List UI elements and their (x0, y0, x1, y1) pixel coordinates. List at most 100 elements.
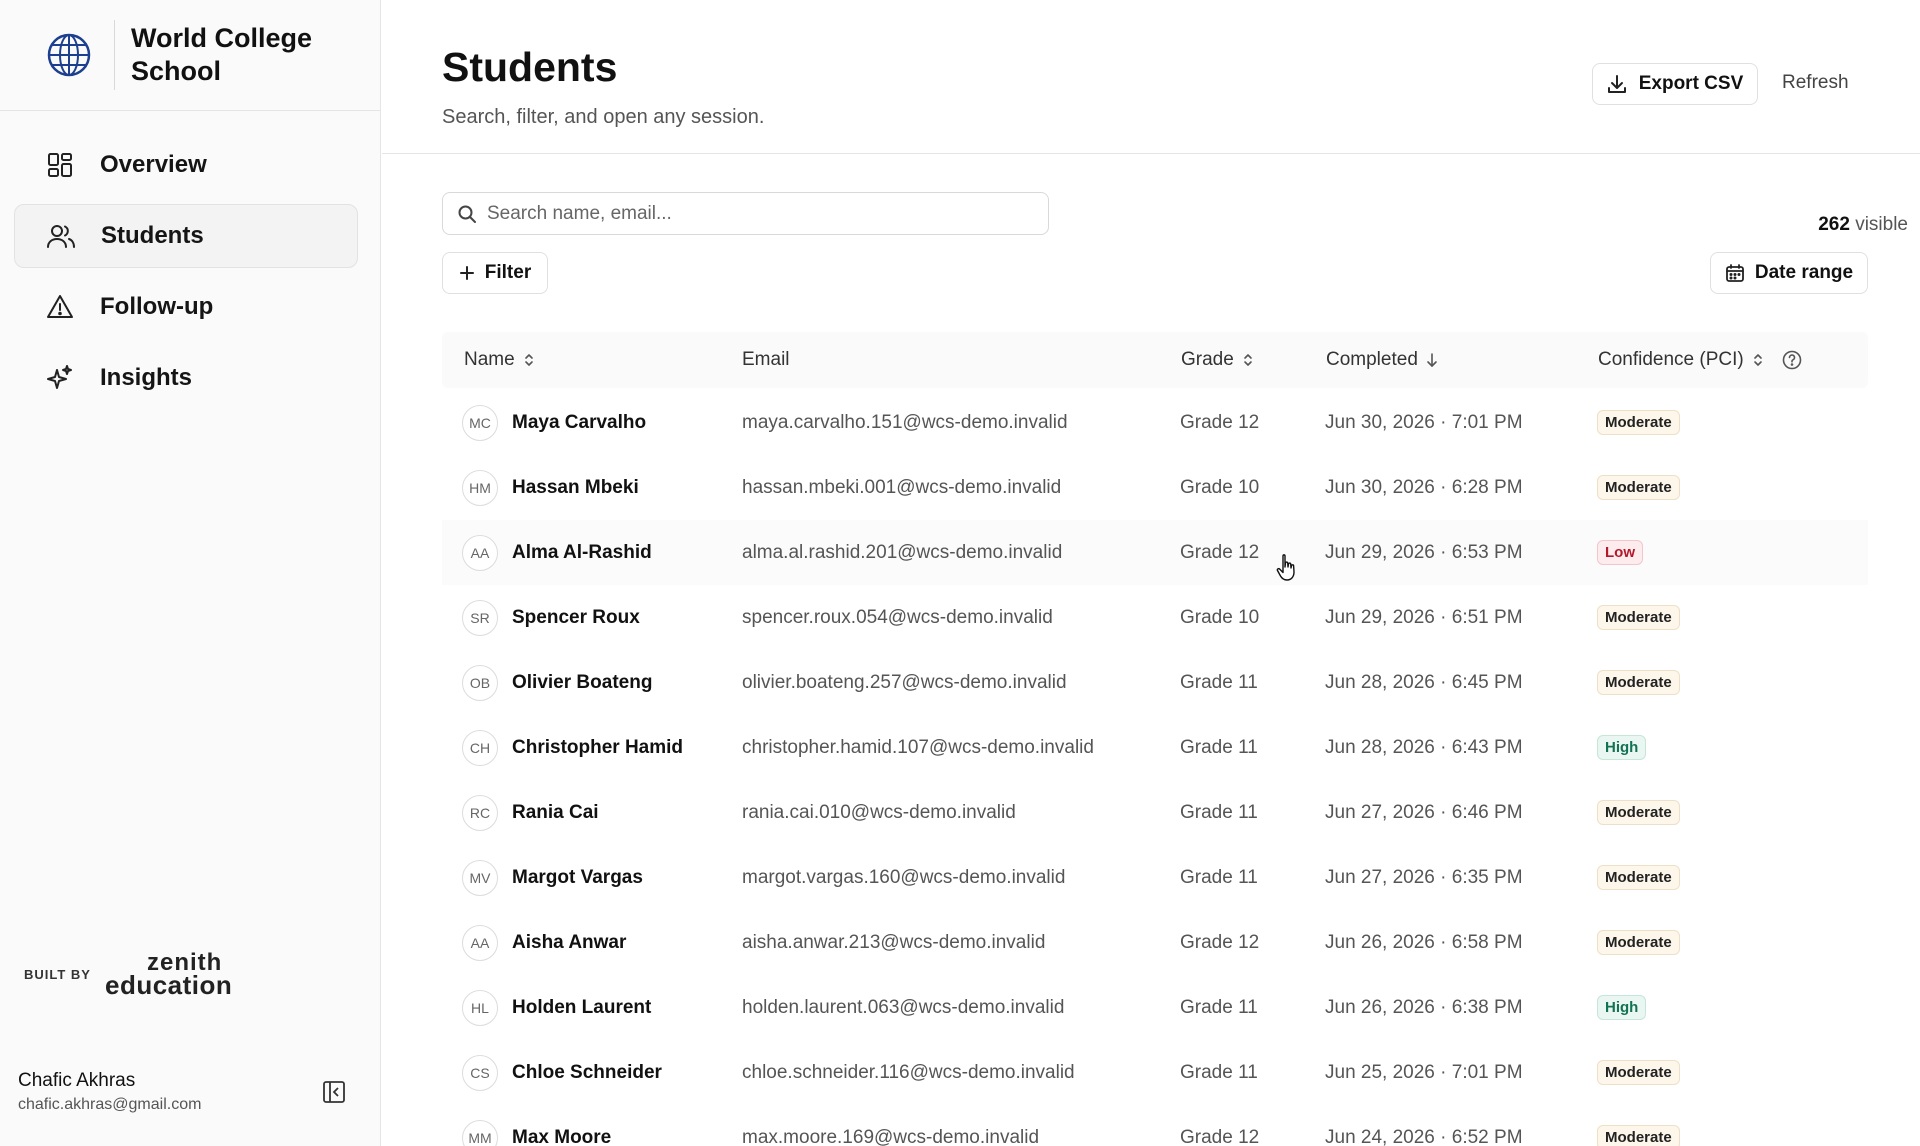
name-cell: MC Maya Carvalho (462, 390, 646, 455)
table-row[interactable]: OB Olivier Boateng olivier.boateng.257@wcs… (442, 650, 1868, 715)
grade-cell: Grade 10 (1180, 476, 1260, 498)
student-name: Chloe Schneider (512, 1061, 662, 1083)
confidence-cell: High (1597, 975, 1647, 1040)
collapse-sidebar-icon[interactable] (322, 1080, 346, 1104)
table-row[interactable]: HM Hassan Mbeki hassan.mbeki.001@wcs-demo.… (442, 455, 1868, 520)
email-cell: margot.vargas.160@wcs-demo.invalid (742, 866, 1066, 888)
sort-descending-icon (1427, 353, 1437, 367)
name-cell: CH Christopher Hamid (462, 715, 683, 780)
grid-icon (46, 151, 74, 179)
confidence-badge: Moderate (1597, 475, 1680, 500)
confidence-badge: Moderate (1597, 930, 1680, 955)
name-cell: HM Hassan Mbeki (462, 455, 639, 520)
confidence-cell: Moderate (1597, 1105, 1680, 1146)
user-profile[interactable]: Chafic Akhras chafic.akhras@gmail.com (18, 1070, 201, 1114)
page-header: Students Search, filter, and open any se… (382, 0, 1920, 154)
zenith-education-logo[interactable]: zenith education (105, 951, 232, 999)
table-row[interactable]: HL Holden Laurent holden.laurent.063@wcs-d… (442, 975, 1868, 1040)
nav-item-insights[interactable]: Insights (14, 346, 358, 410)
column-header-grade[interactable]: Grade (1181, 332, 1254, 388)
confidence-cell: Moderate (1597, 455, 1680, 520)
avatar: SR (462, 599, 498, 636)
visible-count: 262 visible (1772, 214, 1908, 236)
column-header-confidence[interactable]: Confidence (PCI) (1598, 332, 1802, 388)
student-name: Christopher Hamid (512, 736, 684, 758)
filter-label: Filter (484, 262, 532, 283)
avatar: OB (462, 664, 498, 701)
completed-cell: Jun 29, 2026 · 6:53 PM (1325, 541, 1523, 563)
column-header-email: Email (742, 332, 790, 388)
grade-cell: Grade 12 (1180, 411, 1260, 433)
export-csv-button[interactable]: Export CSV (1592, 63, 1758, 105)
table-row[interactable]: SR Spencer Roux spencer.roux.054@wcs-demo.… (442, 585, 1868, 650)
name-cell: AA Aisha Anwar (462, 910, 626, 975)
avatar: MC (462, 404, 498, 441)
grade-cell: Grade 12 (1180, 541, 1260, 563)
date-range-button[interactable]: Date range (1710, 252, 1868, 294)
student-name: Olivier Boateng (512, 671, 653, 693)
completed-cell: Jun 30, 2026 · 6:28 PM (1325, 476, 1523, 498)
nav-item-overview[interactable]: Overview (14, 133, 358, 197)
student-name: Max Moore (512, 1126, 612, 1146)
table-row[interactable]: MV Margot Vargas margot.vargas.160@wcs-dem… (442, 845, 1868, 910)
name-cell: MM Max Moore (462, 1105, 611, 1146)
table-row[interactable]: AA Alma Al-Rashid alma.al.rashid.201@wcs-d… (442, 520, 1868, 585)
confidence-badge: Moderate (1597, 800, 1680, 825)
nav-label: Follow-up (100, 293, 214, 320)
completed-cell: Jun 27, 2026 · 6:46 PM (1325, 801, 1523, 823)
email-cell: rania.cai.010@wcs-demo.invalid (742, 801, 1016, 823)
email-cell: chloe.schneider.116@wcs-demo.invalid (742, 1061, 1075, 1083)
confidence-cell: Moderate (1597, 910, 1680, 975)
email-cell: christopher.hamid.107@wcs-demo.invalid (742, 736, 1094, 758)
name-cell: OB Olivier Boateng (462, 650, 652, 715)
search-field[interactable] (442, 192, 1049, 235)
nav-label: Students (101, 222, 204, 249)
completed-cell: Jun 29, 2026 · 6:51 PM (1325, 606, 1523, 628)
completed-cell: Jun 30, 2026 · 7:01 PM (1325, 411, 1523, 433)
page-title: Students (442, 44, 618, 90)
filter-button[interactable]: Filter (442, 252, 548, 294)
student-name: Alma Al-Rashid (512, 541, 652, 563)
confidence-cell: Moderate (1597, 780, 1680, 845)
name-cell: MV Margot Vargas (462, 845, 643, 910)
built-by: BUILT BY zenith education (24, 951, 232, 999)
column-header-name[interactable]: Name (464, 332, 535, 388)
nav-item-follow-up[interactable]: Follow-up (14, 275, 358, 339)
confidence-cell: Moderate (1597, 845, 1680, 910)
search-input[interactable] (487, 202, 1027, 225)
calendar-icon (1725, 264, 1744, 282)
table-row[interactable]: MC Maya Carvalho maya.carvalho.151@wcs-dem… (442, 390, 1868, 455)
student-name: Margot Vargas (512, 866, 643, 888)
column-label: Email (742, 349, 790, 370)
confidence-badge: High (1597, 735, 1647, 760)
confidence-badge: Moderate (1597, 865, 1680, 890)
avatar: AA (462, 534, 498, 571)
nav-label: Insights (100, 364, 193, 391)
brand[interactable]: World College School (0, 0, 380, 111)
help-icon[interactable] (1782, 350, 1802, 370)
nav-label: Overview (100, 151, 207, 178)
page-subtitle: Search, filter, and open any session. (442, 106, 765, 128)
table-row[interactable]: AA Aisha Anwar aisha.anwar.213@wcs-demo.in… (442, 910, 1868, 975)
avatar: CS (462, 1054, 498, 1091)
visible-count-suffix: visible (1855, 214, 1908, 235)
table-row[interactable]: RC Rania Cai rania.cai.010@wcs-demo.invali… (442, 780, 1868, 845)
sort-icon (524, 354, 533, 366)
plus-icon (459, 266, 474, 280)
refresh-button[interactable]: Refresh (1782, 72, 1849, 94)
column-header-completed[interactable]: Completed (1326, 332, 1438, 388)
completed-cell: Jun 26, 2026 · 6:38 PM (1325, 996, 1523, 1018)
email-cell: olivier.boateng.257@wcs-demo.invalid (742, 671, 1067, 693)
completed-cell: Jun 26, 2026 · 6:58 PM (1325, 931, 1523, 953)
table-row[interactable]: CH Christopher Hamid christopher.hamid.107… (442, 715, 1868, 780)
confidence-cell: Moderate (1597, 390, 1680, 455)
nav-item-students[interactable]: Students (14, 204, 358, 268)
export-csv-label: Export CSV (1638, 73, 1744, 94)
table-row[interactable]: CS Chloe Schneider chloe.schneider.116@wcs… (442, 1040, 1868, 1105)
table-row[interactable]: MM Max Moore max.moore.169@wcs-demo.invali… (442, 1105, 1868, 1146)
completed-cell: Jun 28, 2026 · 6:43 PM (1325, 736, 1523, 758)
student-name: Rania Cai (512, 801, 599, 823)
name-cell: CS Chloe Schneider (462, 1040, 662, 1105)
visible-count-number: 262 (1818, 214, 1850, 235)
grade-cell: Grade 11 (1180, 736, 1258, 758)
